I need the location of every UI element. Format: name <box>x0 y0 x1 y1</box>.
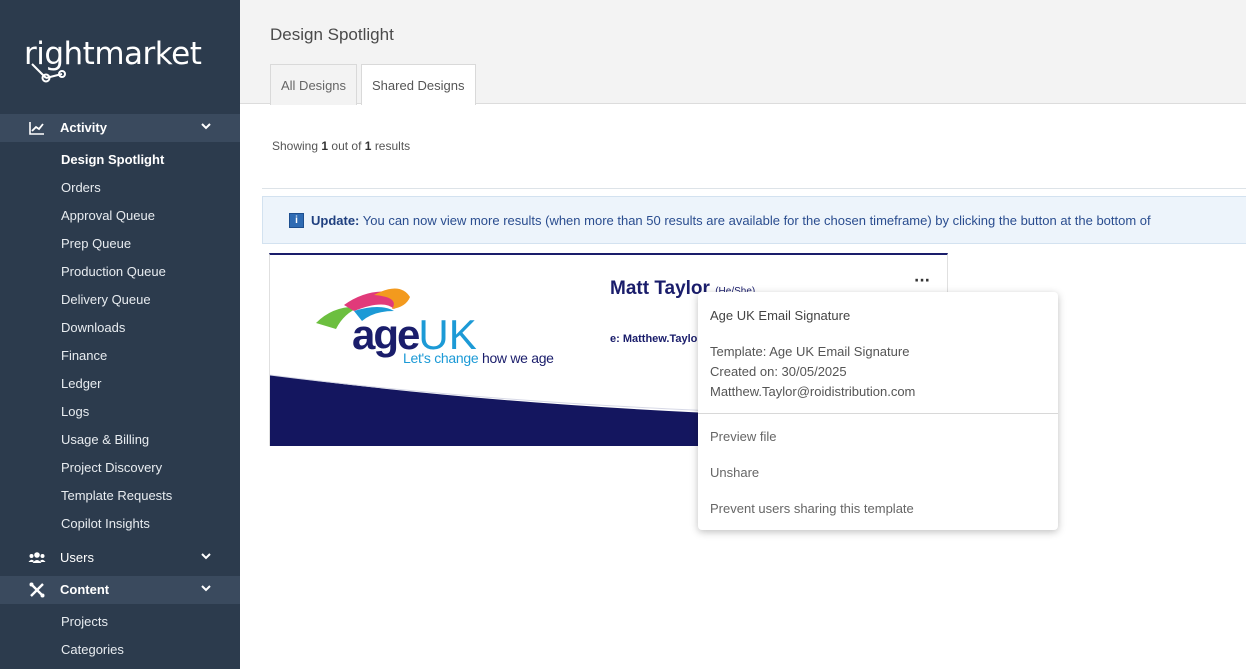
tagline: Let's change how we age <box>403 350 554 366</box>
sidebar-item-production-queue[interactable]: Production Queue <box>61 264 166 279</box>
preview-file-button[interactable]: Preview file <box>710 429 776 444</box>
sidebar-item-downloads[interactable]: Downloads <box>61 320 125 335</box>
sidebar-item-copilot-insights[interactable]: Copilot Insights <box>61 516 150 531</box>
sidebar-item-logs[interactable]: Logs <box>61 404 89 419</box>
section-activity[interactable]: Activity <box>0 114 240 142</box>
sidebar-item-projects[interactable]: Projects <box>61 614 108 629</box>
menu-email: Matthew.Taylor@roidistribution.com <box>710 384 916 399</box>
main-content: Design Spotlight All Designs Shared Desi… <box>240 0 1246 669</box>
info-icon: i <box>289 213 304 228</box>
results-total: 1 <box>364 139 372 153</box>
section-content[interactable]: Content <box>0 576 240 604</box>
tagline-b: how we age <box>481 350 554 366</box>
unshare-button[interactable]: Unshare <box>710 465 759 480</box>
menu-template: Template: Age UK Email Signature <box>710 344 910 359</box>
rightmarket-logo[interactable]: rightmarket <box>24 34 224 86</box>
sidebar: rightmarket Activity Design Spotlight Or… <box>0 0 240 669</box>
prevent-sharing-button[interactable]: Prevent users sharing this template <box>710 501 914 516</box>
tools-icon <box>29 582 45 598</box>
results-count: Showing 1 out of 1 results <box>272 139 410 153</box>
page-title: Design Spotlight <box>270 25 394 44</box>
sidebar-item-delivery-queue[interactable]: Delivery Queue <box>61 292 151 307</box>
more-options-icon[interactable]: ··· <box>914 273 930 289</box>
chart-line-icon <box>29 122 44 135</box>
tagline-a: Let's change <box>403 350 479 366</box>
sidebar-item-template-requests[interactable]: Template Requests <box>61 488 172 503</box>
design-options-menu: Age UK Email Signature Template: Age UK … <box>698 292 1058 530</box>
update-text: You can now view more results (when more… <box>362 213 1151 228</box>
section-activity-label: Activity <box>60 120 107 135</box>
sidebar-item-approval-queue[interactable]: Approval Queue <box>61 208 155 223</box>
signature-email: e: Matthew.Taylo <box>610 333 698 345</box>
update-label: Update: <box>311 213 360 228</box>
sidebar-item-prep-queue[interactable]: Prep Queue <box>61 236 131 251</box>
sidebar-item-ledger[interactable]: Ledger <box>61 376 101 391</box>
users-icon <box>28 552 46 563</box>
menu-divider <box>698 413 1058 414</box>
divider <box>262 188 1246 189</box>
sig-name-text: Matt Taylor <box>610 278 710 299</box>
sidebar-item-finance[interactable]: Finance <box>61 348 107 363</box>
sidebar-item-categories[interactable]: Categories <box>61 642 124 657</box>
sidebar-item-usage-billing[interactable]: Usage & Billing <box>61 432 149 447</box>
sidebar-item-project-discovery[interactable]: Project Discovery <box>61 460 162 475</box>
tab-all-designs[interactable]: All Designs <box>270 64 358 105</box>
results-shown: 1 <box>321 139 329 153</box>
page-header: Design Spotlight All Designs Shared Desi… <box>240 0 1246 105</box>
results-suffix: results <box>374 139 411 153</box>
sidebar-item-design-spotlight[interactable]: Design Spotlight <box>61 152 164 167</box>
section-users[interactable]: Users <box>0 544 240 572</box>
section-content-label: Content <box>60 582 110 597</box>
chevron-down-icon <box>201 585 211 592</box>
chevron-down-icon <box>201 553 211 560</box>
chevron-down-icon <box>201 123 211 130</box>
logo-text: rightmarket <box>24 36 202 72</box>
menu-title: Age UK Email Signature <box>710 308 851 323</box>
sidebar-item-orders[interactable]: Orders <box>61 180 101 195</box>
results-prefix: Showing <box>272 139 319 153</box>
menu-created: Created on: 30/05/2025 <box>710 364 847 379</box>
section-users-label: Users <box>60 550 94 565</box>
update-banner: i Update: You can now view more results … <box>262 196 1246 244</box>
results-middle: out of <box>331 139 362 153</box>
tab-shared-designs[interactable]: Shared Designs <box>361 64 476 105</box>
